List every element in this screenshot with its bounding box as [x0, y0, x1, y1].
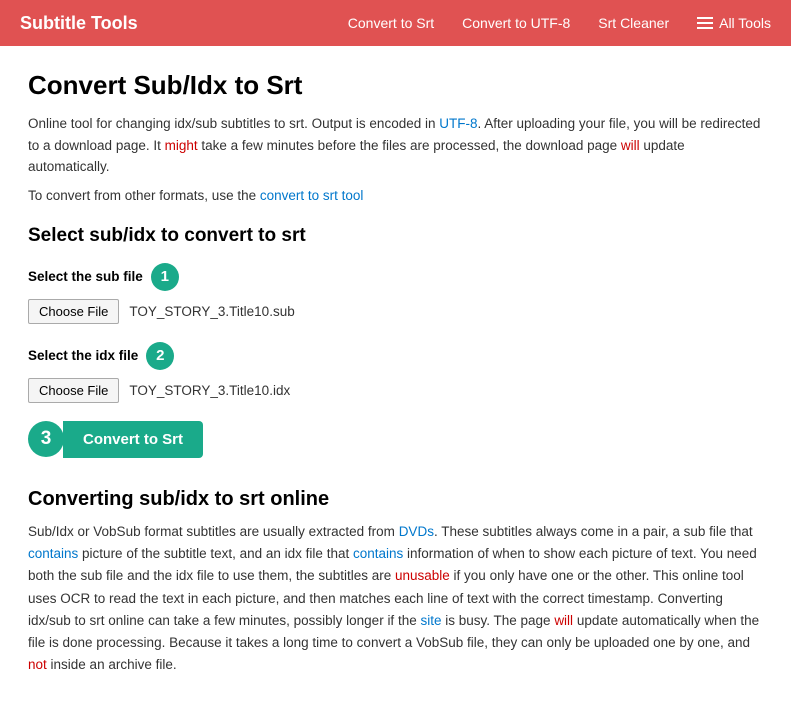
step3-badge: 3 — [28, 421, 64, 457]
site-brand: Subtitle Tools — [20, 13, 348, 34]
idx-file-input-row: Choose File TOY_STORY_3.Title10.idx — [28, 378, 763, 403]
convert-btn-wrapper: 3 Convert to Srt — [28, 421, 203, 458]
idx-file-section: Select the idx file 2 Choose File TOY_ST… — [28, 342, 763, 403]
idx-file-label-text: Select the idx file — [28, 348, 138, 363]
sub-file-label-text: Select the sub file — [28, 269, 143, 284]
nav-links: Convert to Srt Convert to UTF-8 Srt Clea… — [348, 15, 771, 31]
convert-btn-row: 3 Convert to Srt — [28, 421, 763, 458]
convert-link-text: To convert from other formats, use the — [28, 188, 256, 203]
sub-file-label-row: Select the sub file 1 — [28, 263, 763, 291]
convert-to-srt-link[interactable]: convert to srt tool — [260, 188, 364, 203]
navigation: Subtitle Tools Convert to Srt Convert to… — [0, 0, 791, 46]
main-content: Convert Sub/Idx to Srt Online tool for c… — [0, 46, 791, 707]
page-title: Convert Sub/Idx to Srt — [28, 70, 763, 101]
page-description: Online tool for changing idx/sub subtitl… — [28, 113, 763, 178]
choose-sub-file-button[interactable]: Choose File — [28, 299, 119, 324]
hamburger-icon — [697, 17, 713, 29]
lower-description: Sub/Idx or VobSub format subtitles are u… — [28, 521, 763, 677]
step2-badge: 2 — [146, 342, 174, 370]
choose-idx-file-button[interactable]: Choose File — [28, 378, 119, 403]
idx-file-name: TOY_STORY_3.Title10.idx — [129, 383, 290, 398]
sub-file-name: TOY_STORY_3.Title10.sub — [129, 304, 294, 319]
step1-badge: 1 — [151, 263, 179, 291]
all-tools-label: All Tools — [719, 15, 771, 31]
sub-file-section: Select the sub file 1 Choose File TOY_ST… — [28, 263, 763, 324]
convert-link-line: To convert from other formats, use the c… — [28, 188, 763, 203]
nav-all-tools[interactable]: All Tools — [697, 15, 771, 31]
convert-to-srt-button[interactable]: Convert to Srt — [63, 421, 203, 458]
nav-convert-to-srt[interactable]: Convert to Srt — [348, 15, 434, 31]
lower-section-title: Converting sub/idx to srt online — [28, 488, 763, 511]
idx-file-label-row: Select the idx file 2 — [28, 342, 763, 370]
sub-file-input-row: Choose File TOY_STORY_3.Title10.sub — [28, 299, 763, 324]
nav-srt-cleaner[interactable]: Srt Cleaner — [598, 15, 669, 31]
nav-convert-to-utf8[interactable]: Convert to UTF-8 — [462, 15, 570, 31]
section-title: Select sub/idx to convert to srt — [28, 225, 763, 247]
